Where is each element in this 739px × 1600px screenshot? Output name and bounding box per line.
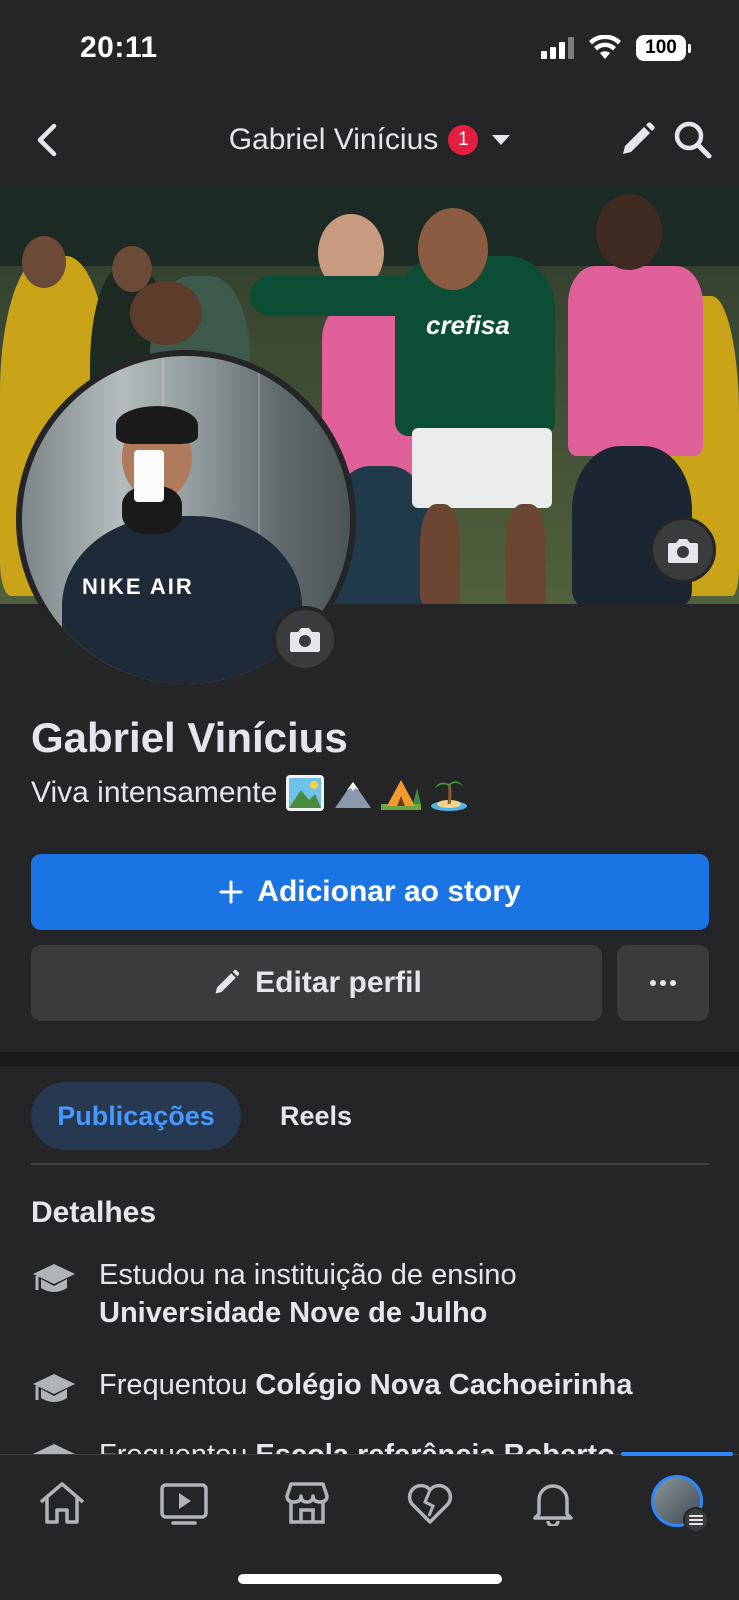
home-indicator <box>238 1574 502 1584</box>
graduation-cap-icon <box>33 1374 75 1402</box>
edit-cover-camera-button[interactable] <box>650 517 716 583</box>
status-icons: 100 <box>541 35 691 61</box>
detail-institution-link[interactable]: Universidade Nove de Julho <box>99 1297 487 1329</box>
detail-prefix: Frequentou <box>99 1369 248 1401</box>
avatar-shirt-text: NIKE AIR <box>82 574 194 599</box>
detail-text: Estudou na instituição de ensino Univers… <box>99 1256 517 1332</box>
detail-item: Frequentou Colégio Nova Cachoeirinha <box>31 1366 632 1410</box>
add-to-story-label: Adicionar ao story <box>257 875 521 908</box>
edit-profile-button[interactable]: Editar perfil <box>31 945 602 1021</box>
status-time: 20:11 <box>80 31 158 64</box>
profile-bio: Viva intensamente <box>31 774 469 812</box>
more-dots-icon <box>648 980 678 986</box>
graduation-cap-icon <box>33 1264 75 1292</box>
video-icon[interactable] <box>154 1473 214 1533</box>
bio-text: Viva intensamente <box>31 776 278 809</box>
pencil-icon[interactable] <box>617 120 657 160</box>
plus-icon <box>219 880 243 904</box>
tab-publicacoes[interactable]: Publicações <box>31 1082 241 1150</box>
edit-profile-picture-button[interactable] <box>272 606 338 672</box>
cellular-signal-icon <box>541 37 574 59</box>
graduation-cap-icon <box>33 1444 75 1454</box>
home-icon[interactable] <box>32 1473 92 1533</box>
more-options-button[interactable] <box>617 945 709 1021</box>
island-emoji <box>431 781 468 811</box>
detail-institution-link[interactable]: Escola referência Roberto <box>255 1439 614 1454</box>
header-title: Gabriel Vinícius <box>228 123 439 156</box>
dating-heart-icon[interactable] <box>400 1473 460 1533</box>
detail-item-partial: Frequentou Escola referência Roberto <box>31 1436 709 1454</box>
chevron-down-icon <box>492 135 511 145</box>
tabs-divider <box>31 1163 709 1165</box>
battery-icon: 100 <box>636 35 691 61</box>
menu-icon[interactable] <box>683 1507 709 1533</box>
edit-profile-label: Editar perfil <box>255 966 422 999</box>
search-icon[interactable] <box>671 118 715 162</box>
battery-level: 100 <box>636 35 686 61</box>
picture-emoji <box>286 775 325 811</box>
camera-icon <box>290 628 320 652</box>
camera-icon <box>668 539 698 563</box>
cover-shirt-text: crefisa <box>426 310 510 340</box>
pencil-icon <box>215 969 240 994</box>
tab-reels[interactable]: Reels <box>262 1082 370 1150</box>
add-to-story-button[interactable]: Adicionar ao story <box>31 854 709 930</box>
wifi-icon <box>589 35 621 59</box>
details-title: Detalhes <box>31 1196 157 1229</box>
notifications-bell-icon[interactable] <box>523 1473 583 1533</box>
notification-badge: 1 <box>448 125 479 155</box>
section-divider <box>0 1052 739 1066</box>
detail-text: Frequentou Escola referência Roberto <box>99 1436 615 1454</box>
detail-item: Estudou na instituição de ensino Univers… <box>31 1256 517 1332</box>
marketplace-icon[interactable] <box>277 1473 337 1533</box>
detail-prefix: Estudou na instituição de ensino <box>99 1259 517 1291</box>
profile-header: Gabriel Vinícius 1 <box>0 96 739 184</box>
status-bar: 20:11 100 <box>0 0 739 96</box>
detail-prefix: Frequentou <box>99 1439 247 1454</box>
detail-text: Frequentou Colégio Nova Cachoeirinha <box>99 1366 632 1410</box>
detail-institution-link[interactable]: Colégio Nova Cachoeirinha <box>255 1369 632 1401</box>
active-tab-indicator <box>621 1452 733 1456</box>
mountain-emoji <box>335 782 372 808</box>
profile-name: Gabriel Vinícius <box>31 714 348 761</box>
camping-emoji <box>381 780 422 810</box>
